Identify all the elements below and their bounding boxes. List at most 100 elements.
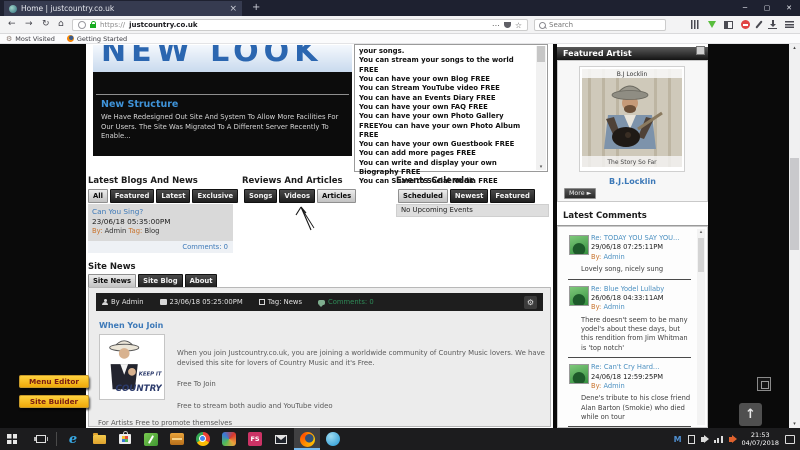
new-tab-button[interactable]: +: [252, 2, 260, 13]
banner-title: NEW LOOK: [101, 45, 323, 69]
reload-icon[interactable]: ↻: [42, 19, 50, 30]
pocket-icon[interactable]: [503, 22, 511, 28]
window-maximize-button[interactable]: ▢: [756, 4, 778, 12]
sidebar-toggle-icon[interactable]: [724, 20, 733, 29]
adblock-icon[interactable]: [741, 20, 750, 29]
article-settings-button[interactable]: ⚙: [524, 295, 537, 309]
tab-featured-events[interactable]: Featured: [490, 189, 535, 203]
page-scrollbar[interactable]: ▴ ▾: [789, 44, 800, 428]
taskbar-green-app[interactable]: [138, 428, 164, 450]
comment-author-link[interactable]: Admin: [603, 253, 624, 261]
comment-date: 24/06/18 12:59:25PM: [591, 372, 663, 381]
taskbar-blue-app[interactable]: [320, 428, 346, 450]
featured-artist-collapse-button[interactable]: [696, 46, 705, 55]
tab-articles[interactable]: Articles: [317, 189, 357, 203]
download-helper-icon[interactable]: [708, 21, 716, 28]
tab-songs[interactable]: Songs: [244, 189, 278, 203]
taskbar-chrome[interactable]: [190, 428, 216, 450]
features-scrollbar-thumb[interactable]: [537, 46, 545, 62]
tab-featured[interactable]: Featured: [109, 189, 155, 203]
bookmark-getting-started[interactable]: Getting Started: [77, 35, 127, 43]
search-bar[interactable]: [534, 19, 666, 31]
network-icon[interactable]: [713, 435, 723, 443]
downloads-icon[interactable]: [768, 20, 777, 29]
back-to-top-button[interactable]: ↑: [739, 403, 762, 426]
tab-close-icon[interactable]: ×: [229, 4, 237, 14]
taskbar-store[interactable]: [112, 428, 138, 450]
featured-artist-link[interactable]: B.J.Locklin: [558, 177, 707, 186]
featured-artist-more-button[interactable]: More ►: [564, 188, 597, 199]
url-bar[interactable]: https:// justcountry.co.uk ⋯ ☆: [72, 19, 528, 31]
tab-about[interactable]: About: [184, 274, 218, 288]
forward-icon[interactable]: →: [25, 19, 33, 30]
taskbar-fs-app[interactable]: FS: [242, 428, 268, 450]
taskbar-file-explorer[interactable]: [86, 428, 112, 450]
comment-title-link[interactable]: Re: Can't Cry Hard...: [591, 363, 691, 371]
comment-avatar: [569, 285, 589, 306]
taskbar-mail[interactable]: [268, 428, 294, 450]
comment-author-link[interactable]: Admin: [603, 382, 624, 390]
taskbar-edge[interactable]: e: [60, 428, 86, 450]
start-button[interactable]: [7, 434, 17, 444]
tray-document-icon[interactable]: [687, 434, 695, 444]
page-scrollbar-thumb[interactable]: [790, 158, 799, 250]
meta-tag-text[interactable]: Tag: News: [268, 298, 302, 306]
home-icon[interactable]: ⌂: [58, 19, 64, 30]
menu-editor-button[interactable]: Menu Editor: [19, 375, 89, 388]
featured-artist-header: Featured Artist: [557, 47, 708, 60]
tray-m-icon[interactable]: M: [674, 435, 682, 444]
tab-newest[interactable]: Newest: [449, 189, 489, 203]
bookmark-star-icon[interactable]: ☆: [515, 21, 522, 30]
url-domain: justcountry.co.uk: [129, 21, 198, 29]
blog-author[interactable]: Admin: [105, 227, 127, 235]
window-minimize-button[interactable]: ─: [734, 4, 756, 12]
browser-nav-bar: ← → ↻ ⌂ https:// justcountry.co.uk ⋯ ☆: [0, 16, 800, 34]
task-view-icon[interactable]: [34, 435, 48, 443]
back-icon[interactable]: ←: [8, 19, 16, 30]
pen-icon[interactable]: [755, 20, 763, 29]
article-title-link[interactable]: When You Join: [99, 321, 163, 330]
tab-scheduled[interactable]: Scheduled: [398, 189, 448, 203]
browser-tab[interactable]: Home | justcountry.co.uk ×: [4, 1, 242, 16]
action-center-icon[interactable]: [785, 434, 795, 444]
comment-title-link[interactable]: Re: TODAY YOU SAY YOU...: [591, 234, 691, 242]
floating-widget-button[interactable]: [757, 377, 771, 391]
blog-post-link[interactable]: Can You Sing?: [92, 207, 229, 216]
feature-item: your songs.: [359, 47, 405, 55]
bookmark-most-visited[interactable]: Most Visited: [15, 35, 55, 43]
tray-red-speaker-icon[interactable]: [728, 434, 737, 443]
taskbar-clock[interactable]: 21:53 04/07/2018: [742, 431, 779, 447]
site-info-icon[interactable]: [78, 21, 86, 29]
taskbar-orange-app[interactable]: [164, 428, 190, 450]
meta-comments-text[interactable]: Comments: 0: [328, 298, 374, 306]
features-scrollbar[interactable]: ▾: [536, 46, 546, 170]
tab-exclusive[interactable]: Exclusive: [192, 189, 239, 203]
scroll-up-icon[interactable]: ▴: [697, 229, 705, 235]
update-title[interactable]: New Structure: [101, 99, 178, 110]
comment-item: Re: TODAY YOU SAY YOU... 29/06/18 07:25:…: [568, 229, 691, 280]
meta-author-text[interactable]: By Admin: [111, 298, 144, 306]
menu-hamburger-icon[interactable]: [785, 21, 794, 28]
tab-latest[interactable]: Latest: [156, 189, 191, 203]
search-input[interactable]: [549, 21, 661, 29]
url-protocol: https://: [100, 21, 126, 29]
taskbar-firefox-active[interactable]: [294, 428, 320, 450]
blog-comments-count[interactable]: Comments: 0: [88, 241, 233, 253]
comment-title-link[interactable]: Re: Blue Yodel Lullaby: [591, 285, 691, 293]
scroll-down-icon[interactable]: ▾: [536, 164, 546, 170]
volume-icon[interactable]: [700, 434, 709, 443]
window-close-button[interactable]: ✕: [778, 4, 800, 12]
taskbar-color-app[interactable]: [216, 428, 242, 450]
tab-site-blog[interactable]: Site Blog: [138, 274, 183, 288]
page-actions-icon[interactable]: ⋯: [492, 21, 500, 30]
blog-tag[interactable]: Blog: [144, 227, 159, 235]
library-icon[interactable]: [691, 20, 700, 29]
scrollbar-up-icon[interactable]: ▴: [789, 45, 800, 51]
scrollbar-down-icon[interactable]: ▾: [789, 421, 800, 427]
comments-scrollbar-thumb[interactable]: [698, 238, 704, 272]
tab-all[interactable]: All: [88, 189, 108, 203]
comment-author-link[interactable]: Admin: [603, 303, 624, 311]
site-builder-button[interactable]: Site Builder: [19, 395, 89, 408]
featured-artist-photo[interactable]: B.J Locklin The Story So Far: [579, 66, 685, 172]
tab-site-news[interactable]: Site News: [88, 274, 137, 288]
